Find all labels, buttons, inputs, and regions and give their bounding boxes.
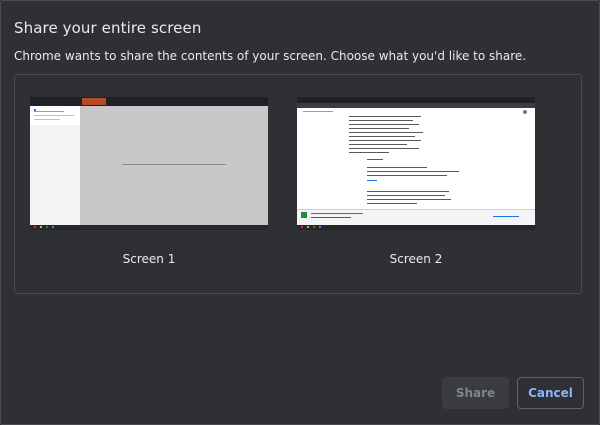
thumb-left-pane-body xyxy=(30,125,80,225)
thumb-icon xyxy=(301,212,307,218)
thumb-text-line xyxy=(349,124,419,125)
thumb-text-line xyxy=(349,120,413,121)
dialog-title: Share your entire screen xyxy=(14,19,202,37)
screen-option-1[interactable]: Screen 1 xyxy=(30,97,268,266)
thumb-icon xyxy=(319,226,321,228)
thumb-text-line xyxy=(367,191,449,192)
screen-option-2[interactable]: Screen 2 xyxy=(297,97,535,266)
thumb-link-line xyxy=(367,180,377,181)
thumb-text-line xyxy=(349,132,423,133)
thumb-text-line xyxy=(34,119,60,120)
thumb-text-line xyxy=(367,203,417,204)
thumb-main-area xyxy=(80,106,268,225)
screen-1-thumbnail xyxy=(30,97,268,230)
cancel-button[interactable]: Cancel xyxy=(517,377,584,409)
thumb-text-line xyxy=(349,144,407,145)
share-screen-dialog: Share your entire screen Chrome wants to… xyxy=(0,0,600,425)
thumb-text-line xyxy=(34,115,74,116)
thumb-avatar-icon xyxy=(523,110,527,114)
screen-2-label: Screen 2 xyxy=(389,252,443,266)
thumb-icon xyxy=(307,226,309,228)
thumb-text-line xyxy=(311,217,351,218)
thumb-text-line xyxy=(349,128,409,129)
thumb-icon xyxy=(46,226,48,228)
screen-1-label: Screen 1 xyxy=(122,252,176,266)
thumb-text-line xyxy=(349,136,415,137)
thumb-icon xyxy=(301,226,303,228)
thumb-taskbar xyxy=(30,225,268,230)
dialog-subtitle: Chrome wants to share the contents of yo… xyxy=(14,49,527,63)
thumb-icon xyxy=(40,226,42,228)
thumb-icon xyxy=(52,226,54,228)
thumb-progress-line xyxy=(493,216,519,217)
thumb-text-line xyxy=(367,195,445,196)
thumb-text-line xyxy=(367,175,447,176)
thumb-text-line xyxy=(34,111,64,112)
thumb-icon xyxy=(313,226,315,228)
thumb-text-line xyxy=(311,213,363,214)
thumb-browser-tabbar xyxy=(30,97,268,106)
thumb-text-line xyxy=(367,159,383,160)
thumb-active-tab xyxy=(82,98,106,105)
thumb-text-line xyxy=(122,164,226,165)
share-button[interactable]: Share xyxy=(442,377,509,409)
thumb-text-line xyxy=(349,152,389,153)
thumb-text-line xyxy=(349,116,421,117)
thumb-text-line xyxy=(367,167,427,168)
thumb-icon xyxy=(34,226,36,228)
thumb-text-line xyxy=(349,140,421,141)
thumb-text-line xyxy=(349,148,419,149)
screen-picker-panel: Screen 1 Screen 2 xyxy=(14,74,582,294)
screen-2-thumbnail xyxy=(297,97,535,230)
thumb-text-line xyxy=(367,199,451,200)
thumb-taskbar xyxy=(297,225,535,230)
thumb-icon xyxy=(34,109,36,111)
thumb-text-line xyxy=(367,171,459,172)
thumb-text-line xyxy=(303,111,333,112)
